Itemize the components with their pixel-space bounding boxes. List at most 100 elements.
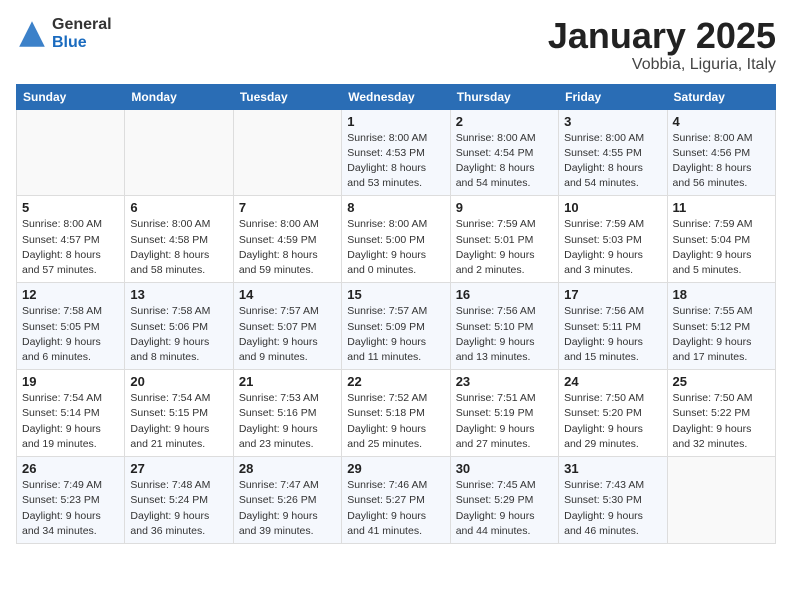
day-info: Sunrise: 7:59 AM Sunset: 5:04 PM Dayligh…: [673, 217, 770, 278]
day-info: Sunrise: 7:52 AM Sunset: 5:18 PM Dayligh…: [347, 391, 444, 452]
calendar-cell: 17Sunrise: 7:56 AM Sunset: 5:11 PM Dayli…: [559, 283, 667, 370]
day-info: Sunrise: 7:59 AM Sunset: 5:03 PM Dayligh…: [564, 217, 661, 278]
day-info: Sunrise: 8:00 AM Sunset: 4:55 PM Dayligh…: [564, 131, 661, 192]
day-number: 20: [130, 374, 227, 389]
day-number: 2: [456, 114, 553, 129]
logo-general-text: General: [52, 16, 112, 34]
day-info: Sunrise: 8:00 AM Sunset: 4:58 PM Dayligh…: [130, 217, 227, 278]
day-info: Sunrise: 7:55 AM Sunset: 5:12 PM Dayligh…: [673, 304, 770, 365]
day-number: 22: [347, 374, 444, 389]
calendar-cell: [125, 109, 233, 196]
day-number: 15: [347, 287, 444, 302]
day-info: Sunrise: 8:00 AM Sunset: 4:54 PM Dayligh…: [456, 131, 553, 192]
day-number: 23: [456, 374, 553, 389]
calendar-cell: 7 Sunrise: 8:00 AM Sunset: 4:59 PM Daylig…: [233, 196, 341, 283]
weekday-header-thursday: Thursday: [450, 84, 558, 109]
day-info: Sunrise: 7:46 AM Sunset: 5:27 PM Dayligh…: [347, 478, 444, 539]
day-info: Sunrise: 8:00 AM Sunset: 4:53 PM Dayligh…: [347, 131, 444, 192]
day-number: 26: [22, 461, 119, 476]
day-info: Sunrise: 8:00 AM Sunset: 4:57 PM Dayligh…: [22, 217, 119, 278]
day-info: Sunrise: 7:59 AM Sunset: 5:01 PM Dayligh…: [456, 217, 553, 278]
calendar-cell: 19 Sunrise: 7:54 AM Sunset: 5:14 PM Dayli…: [17, 370, 125, 457]
calendar-cell: 8Sunrise: 8:00 AM Sunset: 5:00 PM Daylig…: [342, 196, 450, 283]
calendar-cell: 28Sunrise: 7:47 AM Sunset: 5:26 PM Dayli…: [233, 457, 341, 544]
day-info: Sunrise: 7:56 AM Sunset: 5:10 PM Dayligh…: [456, 304, 553, 365]
day-number: 31: [564, 461, 661, 476]
calendar-cell: 13 Sunrise: 7:58 AM Sunset: 5:06 PM Dayli…: [125, 283, 233, 370]
calendar-cell: 29Sunrise: 7:46 AM Sunset: 5:27 PM Dayli…: [342, 457, 450, 544]
calendar-cell: 16 Sunrise: 7:56 AM Sunset: 5:10 PM Dayli…: [450, 283, 558, 370]
weekday-header-saturday: Saturday: [667, 84, 775, 109]
calendar-cell: [17, 109, 125, 196]
day-info: Sunrise: 7:53 AM Sunset: 5:16 PM Dayligh…: [239, 391, 336, 452]
calendar-location: Vobbia, Liguria, Italy: [548, 56, 776, 74]
day-number: 16: [456, 287, 553, 302]
week-row-1: 1 Sunrise: 8:00 AM Sunset: 4:53 PM Daylig…: [17, 109, 776, 196]
day-info: Sunrise: 7:56 AM Sunset: 5:11 PM Dayligh…: [564, 304, 661, 365]
day-info: Sunrise: 7:54 AM Sunset: 5:15 PM Dayligh…: [130, 391, 227, 452]
calendar-table: SundayMondayTuesdayWednesdayThursdayFrid…: [16, 84, 776, 544]
weekday-header-wednesday: Wednesday: [342, 84, 450, 109]
day-number: 4: [673, 114, 770, 129]
calendar-cell: [667, 457, 775, 544]
calendar-cell: 14Sunrise: 7:57 AM Sunset: 5:07 PM Dayli…: [233, 283, 341, 370]
calendar-cell: 26Sunrise: 7:49 AM Sunset: 5:23 PM Dayli…: [17, 457, 125, 544]
day-number: 19: [22, 374, 119, 389]
day-info: Sunrise: 7:57 AM Sunset: 5:07 PM Dayligh…: [239, 304, 336, 365]
day-info: Sunrise: 7:58 AM Sunset: 5:05 PM Dayligh…: [22, 304, 119, 365]
calendar-cell: 3 Sunrise: 8:00 AM Sunset: 4:55 PM Daylig…: [559, 109, 667, 196]
day-info: Sunrise: 7:45 AM Sunset: 5:29 PM Dayligh…: [456, 478, 553, 539]
calendar-cell: 20 Sunrise: 7:54 AM Sunset: 5:15 PM Dayli…: [125, 370, 233, 457]
logo-icon: [16, 18, 48, 50]
day-number: 18: [673, 287, 770, 302]
week-row-4: 19 Sunrise: 7:54 AM Sunset: 5:14 PM Dayli…: [17, 370, 776, 457]
calendar-cell: 24Sunrise: 7:50 AM Sunset: 5:20 PM Dayli…: [559, 370, 667, 457]
logo-text: General Blue: [52, 16, 112, 51]
day-number: 3: [564, 114, 661, 129]
day-info: Sunrise: 7:43 AM Sunset: 5:30 PM Dayligh…: [564, 478, 661, 539]
day-number: 10: [564, 200, 661, 215]
day-number: 24: [564, 374, 661, 389]
calendar-cell: 21 Sunrise: 7:53 AM Sunset: 5:16 PM Dayli…: [233, 370, 341, 457]
day-number: 25: [673, 374, 770, 389]
weekday-row: SundayMondayTuesdayWednesdayThursdayFrid…: [17, 84, 776, 109]
day-info: Sunrise: 7:50 AM Sunset: 5:22 PM Dayligh…: [673, 391, 770, 452]
day-number: 27: [130, 461, 227, 476]
weekday-header-monday: Monday: [125, 84, 233, 109]
logo: General Blue: [16, 16, 112, 51]
day-number: 11: [673, 200, 770, 215]
calendar-cell: 25 Sunrise: 7:50 AM Sunset: 5:22 PM Dayli…: [667, 370, 775, 457]
calendar-cell: 22 Sunrise: 7:52 AM Sunset: 5:18 PM Dayli…: [342, 370, 450, 457]
day-info: Sunrise: 8:00 AM Sunset: 4:59 PM Dayligh…: [239, 217, 336, 278]
day-number: 8: [347, 200, 444, 215]
day-number: 1: [347, 114, 444, 129]
calendar-title: January 2025: [548, 16, 776, 56]
calendar-cell: 9Sunrise: 7:59 AM Sunset: 5:01 PM Daylig…: [450, 196, 558, 283]
calendar-cell: 31 Sunrise: 7:43 AM Sunset: 5:30 PM Dayli…: [559, 457, 667, 544]
week-row-5: 26Sunrise: 7:49 AM Sunset: 5:23 PM Dayli…: [17, 457, 776, 544]
day-info: Sunrise: 7:58 AM Sunset: 5:06 PM Dayligh…: [130, 304, 227, 365]
calendar-header: SundayMondayTuesdayWednesdayThursdayFrid…: [17, 84, 776, 109]
day-info: Sunrise: 7:48 AM Sunset: 5:24 PM Dayligh…: [130, 478, 227, 539]
day-info: Sunrise: 7:57 AM Sunset: 5:09 PM Dayligh…: [347, 304, 444, 365]
calendar-cell: 11 Sunrise: 7:59 AM Sunset: 5:04 PM Dayli…: [667, 196, 775, 283]
day-info: Sunrise: 7:54 AM Sunset: 5:14 PM Dayligh…: [22, 391, 119, 452]
calendar-cell: 12 Sunrise: 7:58 AM Sunset: 5:05 PM Dayli…: [17, 283, 125, 370]
week-row-3: 12 Sunrise: 7:58 AM Sunset: 5:05 PM Dayli…: [17, 283, 776, 370]
calendar-cell: [233, 109, 341, 196]
page-header: General Blue January 2025 Vobbia, Liguri…: [16, 16, 776, 74]
calendar-cell: 10 Sunrise: 7:59 AM Sunset: 5:03 PM Dayli…: [559, 196, 667, 283]
day-number: 13: [130, 287, 227, 302]
calendar-body: 1 Sunrise: 8:00 AM Sunset: 4:53 PM Daylig…: [17, 109, 776, 543]
calendar-cell: 15 Sunrise: 7:57 AM Sunset: 5:09 PM Dayli…: [342, 283, 450, 370]
calendar-cell: 1 Sunrise: 8:00 AM Sunset: 4:53 PM Daylig…: [342, 109, 450, 196]
day-number: 28: [239, 461, 336, 476]
day-number: 21: [239, 374, 336, 389]
weekday-header-friday: Friday: [559, 84, 667, 109]
calendar-cell: 27 Sunrise: 7:48 AM Sunset: 5:24 PM Dayli…: [125, 457, 233, 544]
calendar-cell: 6Sunrise: 8:00 AM Sunset: 4:58 PM Daylig…: [125, 196, 233, 283]
day-number: 7: [239, 200, 336, 215]
calendar-cell: 4Sunrise: 8:00 AM Sunset: 4:56 PM Daylig…: [667, 109, 775, 196]
day-number: 12: [22, 287, 119, 302]
calendar-cell: 5Sunrise: 8:00 AM Sunset: 4:57 PM Daylig…: [17, 196, 125, 283]
